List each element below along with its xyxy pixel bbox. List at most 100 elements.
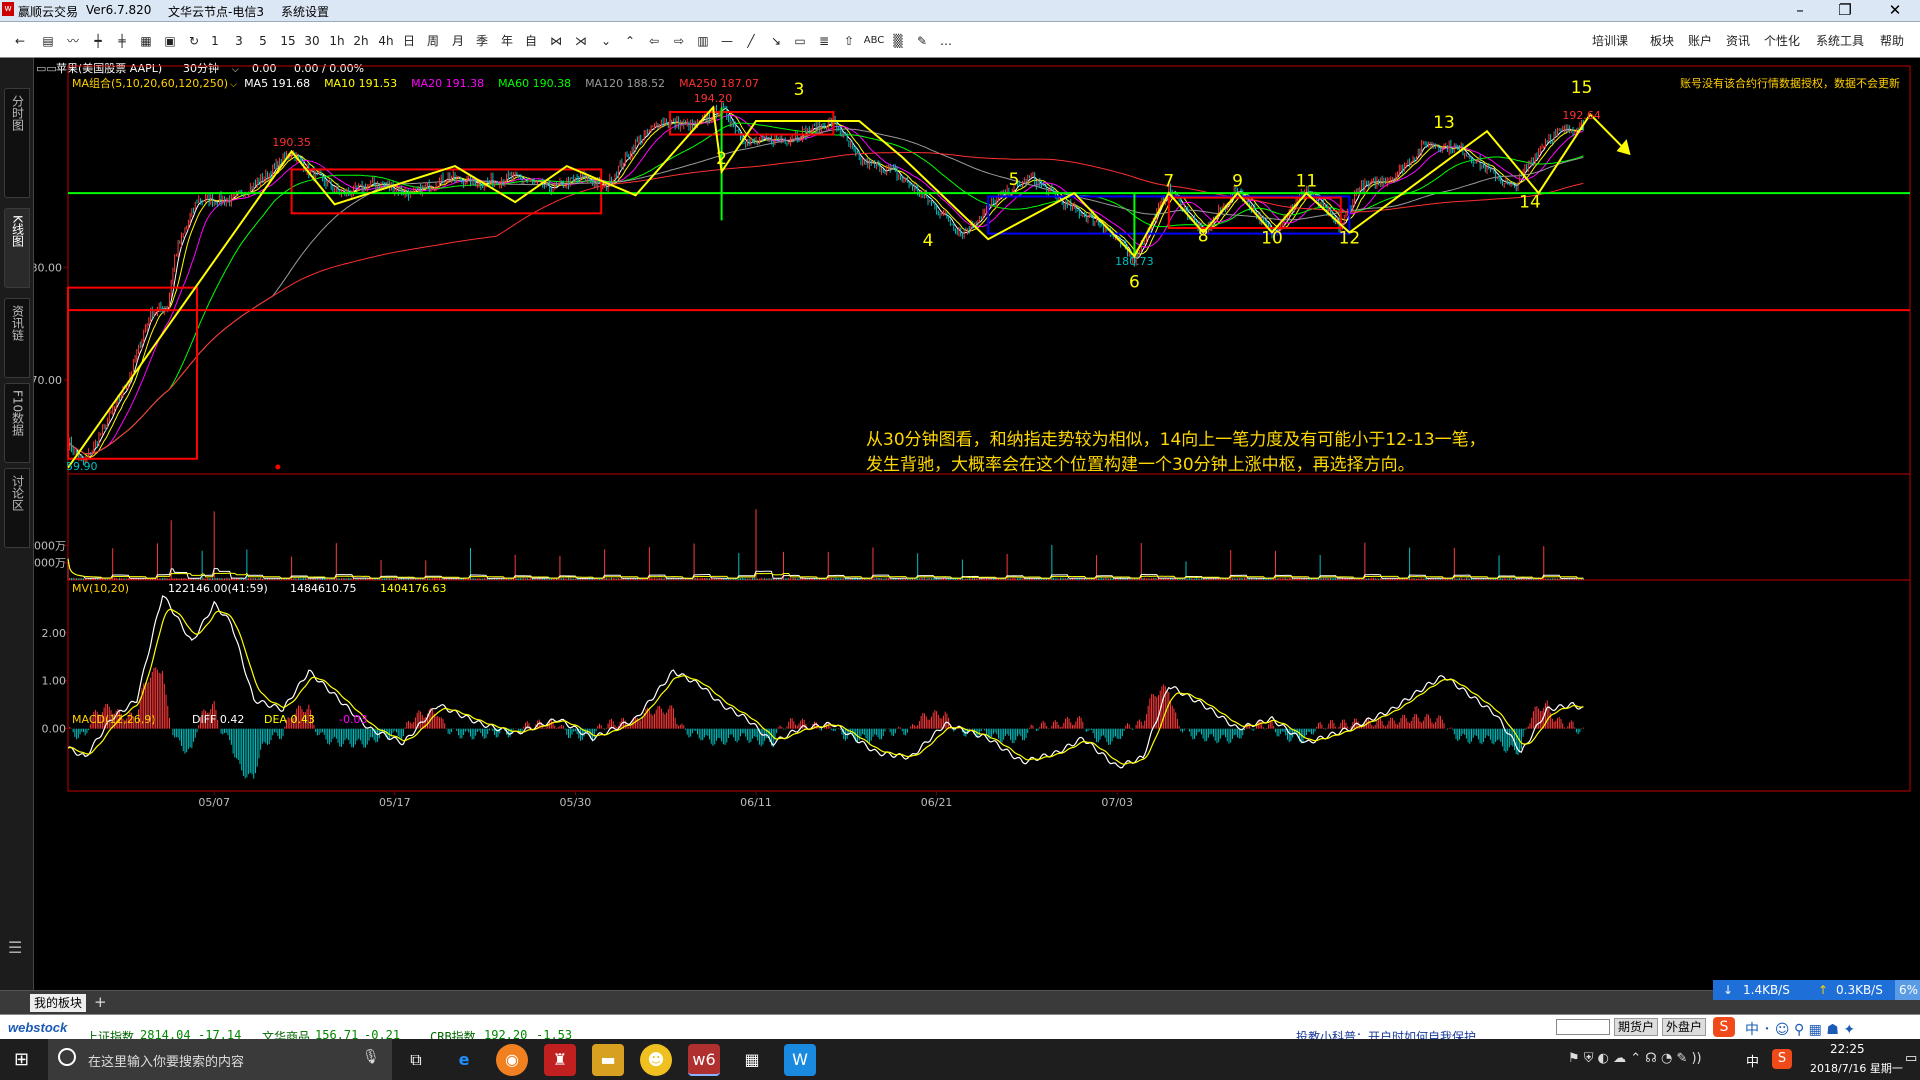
minimize-icon[interactable]: –: [1780, 0, 1820, 22]
media-player-icon[interactable]: ◉: [496, 1044, 528, 1076]
next-icon[interactable]: ⇨: [670, 31, 688, 51]
node-menu[interactable]: 文华云节点-电信3: [168, 3, 264, 20]
foreign-account-button[interactable]: 外盘户: [1662, 1018, 1706, 1036]
arrow-tool-icon[interactable]: ↘: [767, 31, 785, 51]
tab-kline[interactable]: K线图: [4, 208, 30, 288]
period-day[interactable]: 日: [401, 31, 417, 51]
taskbar-search[interactable]: 在这里输入你要搜索的内容 🎙: [48, 1039, 392, 1080]
menu-sector[interactable]: 板块: [1650, 31, 1674, 51]
hline-tool-icon[interactable]: —: [718, 31, 736, 51]
scroll-up-icon[interactable]: ⌃: [621, 31, 639, 51]
period-1[interactable]: 1: [208, 31, 222, 51]
channel-tool-icon[interactable]: ≣: [815, 31, 833, 51]
w-app-icon[interactable]: W: [784, 1044, 816, 1076]
period-1h[interactable]: 1h: [328, 31, 346, 51]
volume-legend-label[interactable]: MV(10,20): [72, 582, 129, 595]
futures-account-button[interactable]: 期货户: [1614, 1018, 1658, 1036]
menu-training[interactable]: 培训课: [1592, 31, 1628, 51]
windows-start-icon[interactable]: ⊞: [14, 1049, 29, 1070]
rect-tool-icon[interactable]: ▭: [791, 31, 809, 51]
menu-account[interactable]: 账户: [1688, 31, 1712, 51]
tab-news-chain[interactable]: 资讯链: [4, 298, 30, 378]
period-year[interactable]: 年: [499, 31, 515, 51]
menu-personalize[interactable]: 个性化: [1764, 31, 1800, 51]
calculator-icon[interactable]: ▦: [736, 1044, 768, 1076]
macd-value: -0.03: [339, 713, 367, 726]
macd-legend-label[interactable]: MACD(12,26,9): [72, 713, 156, 726]
upload-speed: 0.3KB/S: [1836, 983, 1883, 997]
system-settings-menu[interactable]: 系统设置: [281, 3, 329, 20]
ime-indicator[interactable]: 中: [1746, 1051, 1759, 1070]
kline-icon[interactable]: ┿: [88, 31, 108, 51]
up-arrow-tool-icon[interactable]: ⇧: [840, 31, 858, 51]
period-week[interactable]: 周: [425, 31, 441, 51]
ime-tray-icons[interactable]: 中 ･ ☺ ⚲ ▦ ☗ ✦: [1745, 1019, 1855, 1039]
text-tool[interactable]: ABC: [862, 31, 886, 51]
period-4h[interactable]: 4h: [377, 31, 395, 51]
period-15[interactable]: 15: [279, 31, 297, 51]
period-5[interactable]: 5: [256, 31, 270, 51]
tray-icons[interactable]: ⚑ ⛨ ◐ ☁ ⌃ ☊ ◔ ✎ )): [1568, 1051, 1702, 1066]
sogou-tray-icon[interactable]: S: [1772, 1049, 1792, 1069]
wave-label: 13: [1433, 113, 1455, 133]
wave-label: 3: [794, 80, 805, 100]
back-icon[interactable]: ←: [10, 31, 30, 51]
tab-f10[interactable]: F10数据: [4, 383, 30, 463]
ma-chevron-icon: ⌵: [230, 80, 237, 90]
tab-my-sector[interactable]: 我的板块: [30, 994, 86, 1012]
code-input[interactable]: [1556, 1019, 1610, 1035]
period-quarter[interactable]: 季: [474, 31, 490, 51]
wh6-app-icon[interactable]: w6: [688, 1044, 720, 1076]
timeshare-icon[interactable]: 〰: [63, 31, 83, 51]
line-tool-icon[interactable]: ╱: [742, 31, 760, 51]
file-explorer-icon[interactable]: ▬: [592, 1044, 624, 1076]
zoom-out-icon[interactable]: ⋈: [547, 31, 565, 51]
hamburger-icon[interactable]: ☰: [8, 938, 22, 957]
sogou-ime-icon[interactable]: S: [1713, 1017, 1735, 1037]
menu-news[interactable]: 资讯: [1726, 31, 1750, 51]
prev-icon[interactable]: ⇦: [645, 31, 663, 51]
scroll-down-icon[interactable]: ⌄: [597, 31, 615, 51]
quote-icon[interactable]: ▦: [136, 31, 156, 51]
layout-icon[interactable]: ▥: [694, 31, 712, 51]
add-tab-button[interactable]: +: [94, 993, 107, 1011]
mv20-value: 1404176.63: [380, 582, 446, 595]
fill-tool-icon[interactable]: ▒: [889, 31, 907, 51]
period-month[interactable]: 月: [450, 31, 466, 51]
edge-browser-icon[interactable]: e: [448, 1044, 480, 1076]
task-view-icon[interactable]: ⧉: [400, 1044, 432, 1076]
bar-icon[interactable]: ╪: [112, 31, 132, 51]
price-mark-high2: 194.20: [694, 92, 733, 105]
period-3[interactable]: 3: [232, 31, 246, 51]
stock-app-icon[interactable]: ♜: [544, 1044, 576, 1076]
eraser-tool-icon[interactable]: ✎: [913, 31, 931, 51]
clock-time: 22:25: [1830, 1042, 1865, 1056]
menu-help[interactable]: 帮助: [1880, 31, 1904, 51]
notification-icon[interactable]: ▭: [1905, 1051, 1917, 1066]
zoom-in-icon[interactable]: ⋊: [572, 31, 590, 51]
analysis-line-1: 从30分钟图看，和纳指走势较为相似，14向上一笔力度及有可能小于12-13一笔，: [866, 430, 1486, 450]
clock-date: 2018/7/16 星期一: [1810, 1062, 1903, 1075]
wave-label: 2: [716, 149, 727, 169]
save-icon[interactable]: ▣: [160, 31, 180, 51]
more-icon[interactable]: …: [937, 31, 955, 51]
close-icon[interactable]: ✕: [1870, 0, 1920, 22]
period-select[interactable]: 30分钟: [183, 61, 219, 75]
period-30[interactable]: 30: [303, 31, 321, 51]
ma-legend-ma20: MA20 191.38: [411, 77, 484, 90]
restore-icon[interactable]: ❐: [1825, 0, 1865, 22]
period-custom[interactable]: 自: [523, 31, 539, 51]
chart-area[interactable]: ▭▭ 苹果(美国股票 AAPL) 30分钟 ⌵ 0.00 0.00 / 0.00…: [34, 58, 1920, 990]
menu-system-tools[interactable]: 系统工具: [1816, 31, 1864, 51]
yellow-app-icon[interactable]: ☻: [640, 1044, 672, 1076]
tab-discussion[interactable]: 讨论区: [4, 468, 30, 548]
price-tick-label: 170.00: [34, 374, 62, 387]
macd-tick-label: 1.00: [42, 675, 67, 688]
period-2h[interactable]: 2h: [352, 31, 370, 51]
refresh-icon[interactable]: ↻: [184, 31, 204, 51]
microphone-icon[interactable]: 🎙: [362, 1049, 380, 1065]
ma-legend-label[interactable]: MA组合(5,10,20,60,120,250): [72, 76, 228, 90]
list-icon[interactable]: ▤: [38, 31, 58, 51]
left-sidebar: 分时图 K线图 资讯链 F10数据 讨论区 ☰: [0, 58, 34, 990]
tab-timeshare[interactable]: 分时图: [4, 88, 30, 198]
